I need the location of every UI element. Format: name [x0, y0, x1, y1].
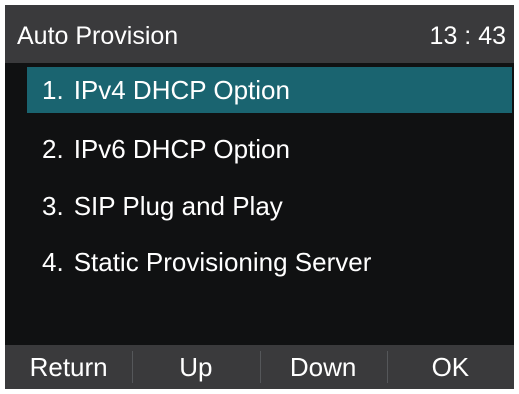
- up-button[interactable]: Up: [132, 345, 259, 389]
- menu-item-label: IPv6 DHCP Option: [73, 134, 290, 164]
- menu-item-sip-plug-and-play[interactable]: 3. SIP Plug and Play: [27, 183, 512, 229]
- ok-button[interactable]: OK: [386, 345, 514, 389]
- return-button[interactable]: Return: [5, 345, 132, 389]
- menu-item-label: SIP Plug and Play: [73, 191, 283, 221]
- menu-item-number: 3.: [42, 191, 64, 221]
- menu-item-label: Static Provisioning Server: [73, 247, 372, 277]
- softkey-bar: Return Up Down OK: [5, 345, 514, 389]
- menu-item-number: 1.: [42, 75, 64, 105]
- menu-item-number: 2.: [42, 134, 64, 164]
- menu-item-ipv6-dhcp-option[interactable]: 2. IPv6 DHCP Option: [27, 126, 512, 172]
- down-button[interactable]: Down: [259, 345, 387, 389]
- provision-menu: 1. IPv4 DHCP Option 2. IPv6 DHCP Option 3.…: [5, 63, 514, 345]
- menu-item-label: IPv4 DHCP Option: [73, 75, 290, 105]
- title-bar: Auto Provision 13 : 43: [5, 5, 514, 63]
- menu-item-ipv4-dhcp-option[interactable]: 1. IPv4 DHCP Option: [27, 67, 512, 113]
- page-title: Auto Provision: [17, 22, 179, 50]
- menu-item-static-provisioning-server[interactable]: 4. Static Provisioning Server: [27, 239, 512, 285]
- menu-item-number: 4.: [42, 247, 64, 277]
- phone-screen: Auto Provision 13 : 43 1. IPv4 DHCP Optio…: [5, 5, 514, 389]
- clock: 13 : 43: [429, 22, 506, 50]
